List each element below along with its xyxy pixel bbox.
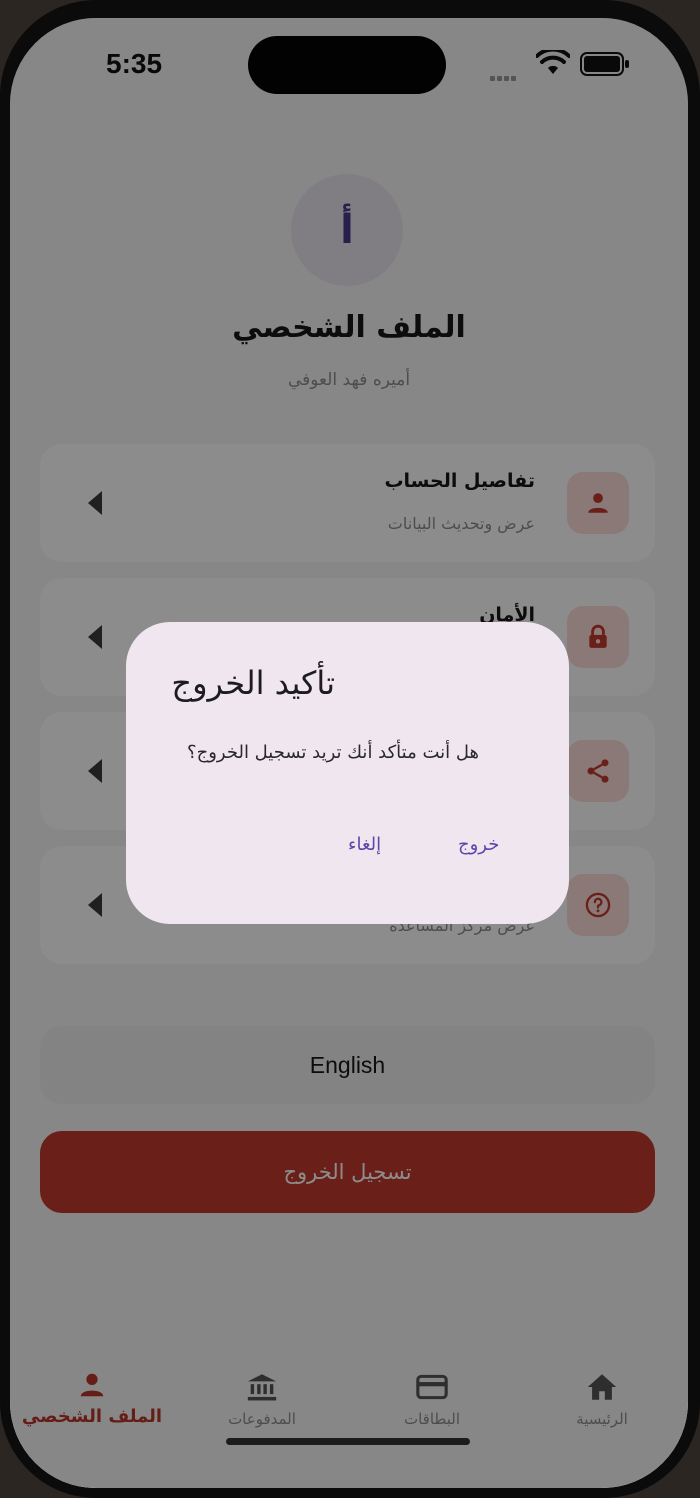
dialog-title: تأكيد الخروج: [171, 664, 335, 702]
home-indicator[interactable]: [226, 1438, 470, 1445]
logout-confirm-dialog: تأكيد الخروج هل أنت متأكد أنك تريد تسجيل…: [126, 622, 569, 924]
cancel-button[interactable]: إلغاء: [348, 834, 381, 855]
confirm-logout-button[interactable]: خروج: [458, 834, 499, 855]
phone-frame: 5:35 أ الملف الشخصي أميره فهد العوفي تفا…: [0, 0, 700, 1498]
dialog-message: هل أنت متأكد أنك تريد تسجيل الخروج؟: [187, 742, 479, 763]
app-screen: 5:35 أ الملف الشخصي أميره فهد العوفي تفا…: [10, 18, 688, 1488]
